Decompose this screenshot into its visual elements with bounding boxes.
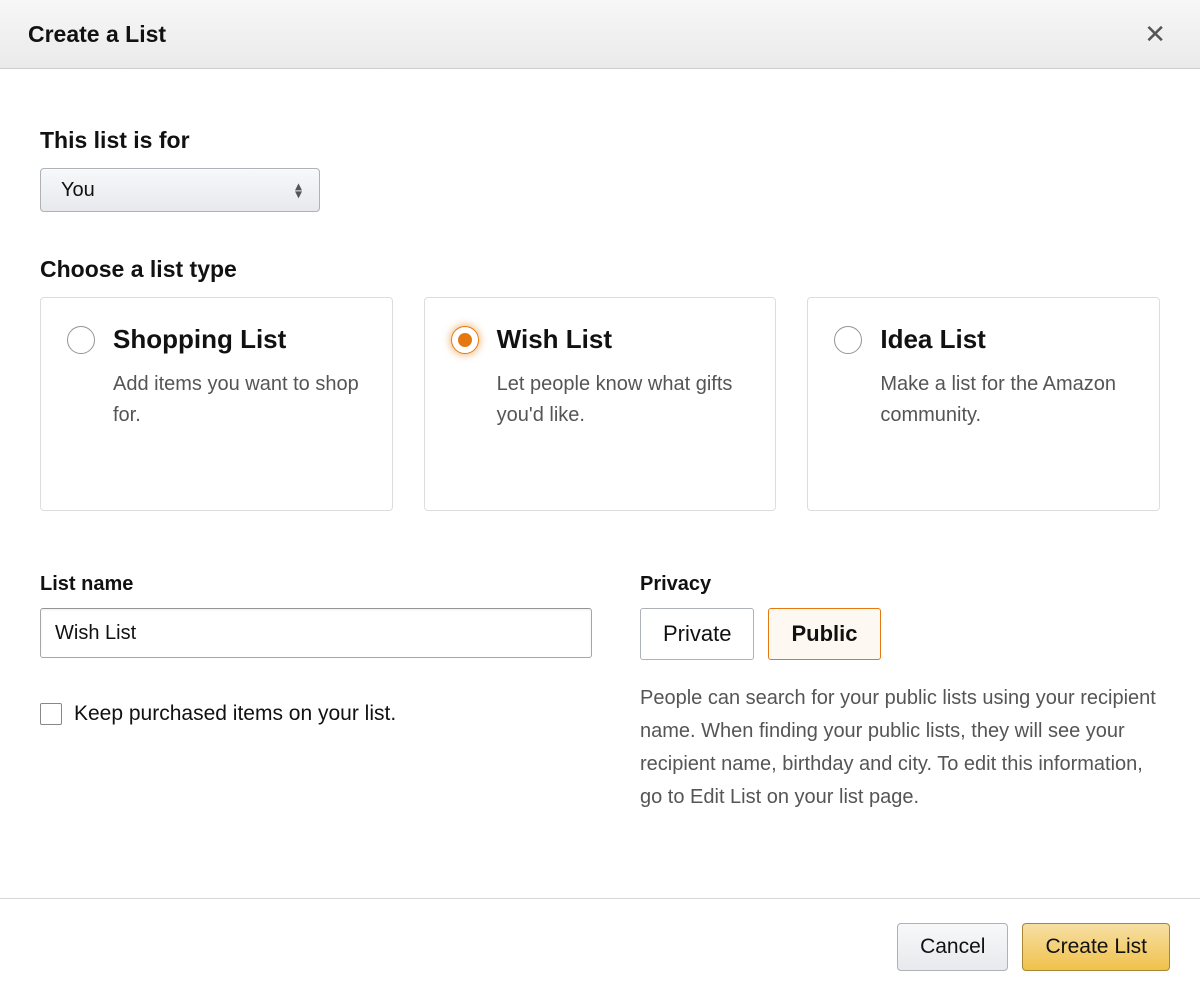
- cancel-button[interactable]: Cancel: [897, 923, 1008, 971]
- privacy-public-button[interactable]: Public: [768, 608, 880, 660]
- list-type-desc: Let people know what gifts you'd like.: [497, 369, 750, 431]
- list-type-title: Idea List: [880, 324, 985, 355]
- list-for-selected: You: [40, 168, 320, 212]
- radio-icon: [834, 326, 862, 354]
- list-for-label: This list is for: [40, 127, 1160, 154]
- privacy-label: Privacy: [640, 573, 1160, 596]
- list-type-title: Wish List: [497, 324, 612, 355]
- privacy-description: People can search for your public lists …: [640, 682, 1160, 814]
- list-type-shopping[interactable]: Shopping List Add items you want to shop…: [40, 297, 393, 511]
- list-type-wish[interactable]: Wish List Let people know what gifts you…: [424, 297, 777, 511]
- list-type-options: Shopping List Add items you want to shop…: [40, 297, 1160, 511]
- list-name-input[interactable]: [40, 608, 592, 658]
- list-type-desc: Add items you want to shop for.: [113, 369, 366, 431]
- keep-purchased-label: Keep purchased items on your list.: [74, 702, 396, 726]
- list-type-title: Shopping List: [113, 324, 286, 355]
- radio-icon: [67, 326, 95, 354]
- list-for-select[interactable]: You ▴▾: [40, 168, 320, 212]
- modal-header: Create a List ✕: [0, 0, 1200, 69]
- close-icon[interactable]: ✕: [1138, 19, 1172, 49]
- privacy-private-button[interactable]: Private: [640, 608, 754, 660]
- keep-purchased-checkbox[interactable]: [40, 703, 62, 725]
- modal-body: This list is for You ▴▾ Choose a list ty…: [0, 69, 1200, 814]
- list-name-label: List name: [40, 573, 592, 596]
- modal-title: Create a List: [28, 21, 166, 48]
- list-type-idea[interactable]: Idea List Make a list for the Amazon com…: [807, 297, 1160, 511]
- list-type-label: Choose a list type: [40, 256, 1160, 283]
- list-type-desc: Make a list for the Amazon community.: [880, 369, 1133, 431]
- create-list-button[interactable]: Create List: [1022, 923, 1170, 971]
- privacy-toggle: Private Public: [640, 608, 1160, 660]
- modal-footer: Cancel Create List: [0, 898, 1200, 994]
- radio-icon: [451, 326, 479, 354]
